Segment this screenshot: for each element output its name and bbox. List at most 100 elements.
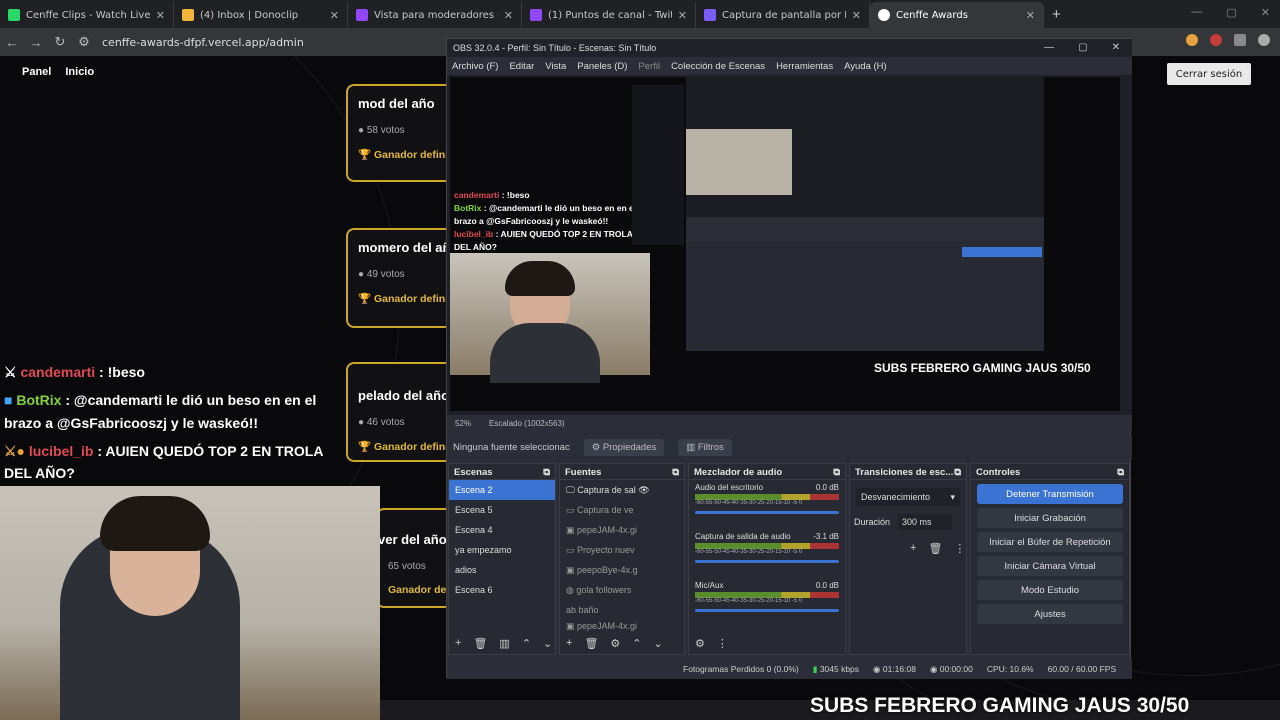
close-icon[interactable]: ✕	[504, 9, 513, 22]
menu-tools[interactable]: Herramientas	[776, 61, 833, 72]
trash-icon[interactable]: 🗑	[473, 637, 487, 650]
extensions-puzzle-icon[interactable]	[1234, 34, 1246, 46]
volume-slider[interactable]	[695, 511, 839, 514]
nav-panel-link[interactable]: Panel	[22, 66, 51, 78]
source-item[interactable]: 🖵 Captura de sal 👁	[560, 480, 684, 500]
browser-tab[interactable]: Captura de pantalla por Lightsh ✕	[696, 2, 870, 28]
close-icon[interactable]: ✕	[678, 9, 687, 22]
add-icon[interactable]: +	[455, 637, 461, 650]
award-title: ver del año	[378, 532, 447, 547]
scene-item[interactable]: ya empezamo	[449, 540, 555, 560]
chevron-down-icon[interactable]: ⌄	[654, 637, 663, 650]
audio-mixer-dock: Mezclador de audio ⧉ Audio del escritorio…	[688, 463, 846, 655]
extension-icon[interactable]	[1210, 34, 1222, 46]
site-info-icon[interactable]: ⚙	[72, 34, 96, 50]
profile-avatar-icon[interactable]	[1258, 34, 1270, 46]
logout-button[interactable]: Cerrar sesión	[1167, 63, 1251, 85]
chat-sword-icon: ⚔	[4, 364, 17, 380]
duration-input[interactable]: 300 ms	[898, 514, 953, 530]
trash-icon[interactable]: 🗑	[584, 637, 598, 650]
close-icon[interactable]: ✕	[1026, 9, 1035, 22]
menu-help[interactable]: Ayuda (H)	[844, 61, 887, 72]
url-field[interactable]: cenffe-awards-dfpf.vercel.app/admin	[102, 36, 304, 49]
scene-preview[interactable]: candemarti : !beso BotRix : @candemarti …	[450, 77, 1120, 411]
undock-icon[interactable]: ⧉	[954, 467, 961, 478]
close-icon[interactable]: ✕	[156, 9, 165, 22]
scene-item[interactable]: Escena 6	[449, 580, 555, 600]
undock-icon[interactable]: ⧉	[833, 467, 840, 478]
award-card[interactable]: ver del año 65 votos Ganador defini	[376, 508, 462, 608]
trash-icon[interactable]: 🗑	[928, 542, 942, 555]
filter-icon[interactable]: ▥	[499, 637, 509, 650]
more-icon[interactable]: ⋮	[717, 637, 728, 650]
minimize-icon[interactable]: —	[1191, 6, 1202, 19]
source-item[interactable]: ab baño	[560, 600, 684, 620]
record-icon: ◉	[929, 663, 938, 674]
scene-item[interactable]: Escena 2	[449, 480, 555, 500]
menu-edit[interactable]: Editar	[509, 61, 534, 72]
menu-file[interactable]: Archivo (F)	[452, 61, 498, 72]
extension-icon[interactable]	[1186, 34, 1198, 46]
award-card[interactable]: momero del añ ● 49 votos 🏆 Ganador defin…	[346, 228, 456, 328]
browser-tab-active[interactable]: Cenffe Awards ✕	[870, 2, 1044, 28]
source-item[interactable]: ▣ pepeJAM-4x.gi	[560, 620, 684, 632]
source-item[interactable]: ▣ peepoBye-4x.g	[560, 560, 684, 580]
maximize-icon[interactable]: ▢	[1226, 6, 1236, 19]
stop-stream-button[interactable]: Detener Transmisión	[977, 484, 1123, 504]
virtual-camera-button[interactable]: Iniciar Cámara Virtual	[977, 556, 1123, 576]
forward-icon[interactable]: →	[24, 35, 48, 50]
gear-icon[interactable]: ⚙	[695, 637, 705, 650]
maximize-icon[interactable]: ▢	[1078, 42, 1087, 53]
gear-icon[interactable]: ⚙	[610, 637, 620, 650]
menu-docks[interactable]: Paneles (D)	[577, 61, 627, 72]
filters-button[interactable]: ▥ Filtros	[678, 438, 732, 456]
chevron-up-icon[interactable]: ⌃	[522, 637, 531, 650]
chat-message: ■ BotRix : @candemarti le dió un beso en…	[4, 392, 316, 408]
scaling-select[interactable]: Escalado (1002x563)	[489, 419, 565, 428]
award-card[interactable]: mod del año ● 58 votos 🏆 Ganador defini	[346, 84, 456, 182]
close-icon[interactable]: ✕	[852, 9, 861, 22]
undock-icon[interactable]: ⧉	[543, 467, 550, 478]
transition-select[interactable]: Desvanecimiento ▾	[856, 488, 960, 506]
chevron-up-icon[interactable]: ⌃	[632, 637, 641, 650]
settings-button[interactable]: Ajustes	[977, 604, 1123, 624]
source-item[interactable]: ▣ pepeJAM-4x.gi	[560, 520, 684, 540]
more-icon[interactable]: ⋮	[954, 542, 965, 555]
add-icon[interactable]: +	[566, 637, 572, 650]
browser-tab[interactable]: (1) Puntos de canal - Twitch ✕	[522, 2, 696, 28]
award-card[interactable]: pelado del año ● 46 votos 🏆 Ganador defi…	[346, 362, 456, 462]
start-recording-button[interactable]: Iniciar Grabación	[977, 508, 1123, 528]
browser-tab[interactable]: Cenffe Clips - Watch Live o ✕	[0, 2, 174, 28]
reload-icon[interactable]: ↻	[48, 34, 72, 50]
minimize-icon[interactable]: —	[1044, 42, 1054, 53]
properties-button[interactable]: ⚙ Propiedades	[583, 438, 665, 456]
new-tab-button[interactable]: +	[1052, 6, 1061, 23]
close-icon[interactable]: ✕	[1112, 42, 1120, 53]
close-icon[interactable]: ✕	[1261, 6, 1270, 19]
menu-scene-collection[interactable]: Colección de Escenas	[671, 61, 765, 72]
back-icon[interactable]: ←	[0, 35, 24, 50]
source-item[interactable]: ▭ Captura de ve	[560, 500, 684, 520]
scene-item[interactable]: adios	[449, 560, 555, 580]
obs-status-bar: Fotogramas Perdidos 0 (0.0%) ▮ 3045 kbps…	[447, 659, 1132, 679]
replay-buffer-button[interactable]: Iniciar el Búfer de Repetición	[977, 532, 1123, 552]
browser-tab[interactable]: Vista para moderadores de Ce ✕	[348, 2, 522, 28]
browser-tab[interactable]: (4) Inbox | Donoclip ✕	[174, 2, 348, 28]
zoom-level[interactable]: 52%	[455, 419, 471, 428]
volume-slider[interactable]	[695, 609, 839, 612]
scene-item[interactable]: Escena 4	[449, 520, 555, 540]
menu-view[interactable]: Vista	[545, 61, 566, 72]
scene-item[interactable]: Escena 5	[449, 500, 555, 520]
undock-icon[interactable]: ⧉	[672, 467, 679, 478]
menu-profile[interactable]: Perfil	[638, 61, 660, 72]
volume-slider[interactable]	[695, 560, 839, 563]
award-title: mod del año	[358, 96, 435, 111]
close-icon[interactable]: ✕	[330, 9, 339, 22]
studio-mode-button[interactable]: Modo Estudio	[977, 580, 1123, 600]
source-item[interactable]: ◍ gola followers	[560, 580, 684, 600]
nav-home-link[interactable]: Inicio	[65, 66, 94, 78]
source-item[interactable]: ▭ Proyecto nuev	[560, 540, 684, 560]
add-icon[interactable]: +	[910, 542, 916, 555]
chevron-down-icon[interactable]: ⌄	[543, 637, 552, 650]
undock-icon[interactable]: ⧉	[1117, 467, 1124, 478]
